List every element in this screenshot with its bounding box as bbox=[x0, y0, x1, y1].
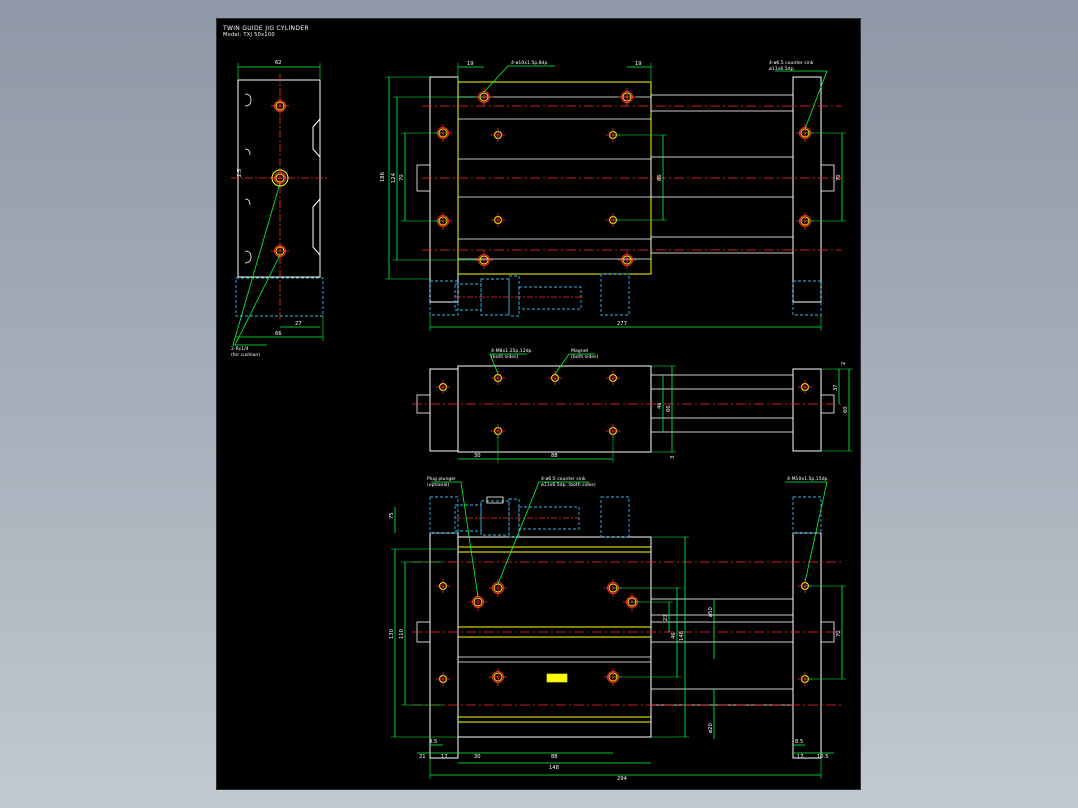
callout-mid-holes-note: (both sides) bbox=[491, 354, 518, 360]
dim-88a: 88 bbox=[551, 453, 558, 459]
dim-86: 86 bbox=[657, 174, 663, 181]
bottom-view: Plug plunger (optional) 4-ø6.5 counter s… bbox=[389, 476, 846, 782]
callout-plug-note: (optional) bbox=[427, 482, 449, 488]
dim-66: 66 bbox=[275, 331, 282, 337]
dim-186: 186 bbox=[380, 172, 386, 182]
dim-8-5b: 8.5 bbox=[795, 739, 803, 745]
dim-3: 3 bbox=[670, 456, 676, 459]
drawing-sheet: TWIN GUIDE JIG CYLINDER Model: TXJ 50x10… bbox=[217, 19, 860, 789]
dim-66b: 66 bbox=[666, 405, 672, 412]
callout-bot-tap: 4-M10x1.5p,15dp. bbox=[787, 476, 829, 482]
dim-110: 110 bbox=[399, 629, 405, 639]
callout-magnet-note: (both sides) bbox=[571, 354, 598, 360]
dim-17b: 17 bbox=[797, 754, 804, 760]
callout-bot-sink-note: ø11x6.5dp. (both sides) bbox=[541, 482, 596, 488]
callout-top-right-2: ø11x6.5dp. bbox=[769, 66, 795, 72]
dim-19a: 19 bbox=[467, 61, 474, 67]
dim-2: 2 bbox=[841, 362, 847, 365]
top-view: 19 19 4-ø10x1.5p,8dp. 4-ø6.5 counter sin… bbox=[380, 60, 846, 331]
dim-46b: 46 bbox=[671, 632, 677, 639]
dim-46: 46 bbox=[657, 402, 663, 409]
callout-top-holes: 4-ø10x1.5p,8dp. bbox=[511, 60, 549, 66]
dim-75: 75 bbox=[389, 512, 395, 519]
callout-magnet: Magnet bbox=[571, 348, 588, 354]
callout-rc14-note: (for cushion) bbox=[231, 352, 260, 358]
dim-88b: 88 bbox=[551, 754, 558, 760]
dim-294: 294 bbox=[617, 776, 628, 782]
dim-70b: 70 bbox=[836, 174, 842, 181]
callout-rc14: 2-Rc1/4 bbox=[231, 346, 249, 352]
dim-30a: 30 bbox=[474, 453, 481, 459]
dim-124: 124 bbox=[391, 172, 397, 183]
dim-70a: 70 bbox=[399, 174, 405, 181]
dim-27: 27 bbox=[295, 321, 302, 327]
dim-62: 62 bbox=[275, 60, 282, 66]
dim-19b: 19 bbox=[635, 61, 642, 67]
cad-drawing: 62 2.5 27 66 2-Rc1/4 (for cushion) 19 19… bbox=[231, 60, 853, 782]
dim-23: 23 bbox=[663, 614, 669, 621]
dim-130: 130 bbox=[389, 629, 395, 639]
callout-bot-sink: 4-ø6.5 counter sink bbox=[541, 476, 586, 482]
dim-30b: 30 bbox=[474, 754, 481, 760]
dim-phi20: ø20 bbox=[708, 723, 714, 733]
dim-10-5: 10.5 bbox=[817, 754, 829, 760]
dim-37: 37 bbox=[833, 384, 839, 391]
dim-17a: 17 bbox=[441, 754, 448, 760]
dim-60: 60 bbox=[843, 406, 849, 413]
dim-70c: 70 bbox=[836, 630, 842, 637]
callout-plug: Plug plunger bbox=[427, 476, 456, 482]
side-view: 62 2.5 27 66 2-Rc1/4 (for cushion) bbox=[231, 60, 329, 358]
dim-21: 21 bbox=[419, 754, 426, 760]
dim-148v: 148 bbox=[679, 631, 685, 641]
dim-2-5: 2.5 bbox=[237, 169, 243, 177]
dim-8-5a: 8.5 bbox=[429, 739, 437, 745]
callout-top-right-1: 4-ø6.5 counter sink bbox=[769, 60, 814, 66]
dim-148: 148 bbox=[549, 765, 559, 771]
callout-mid-holes: 4-M8x1.25p,12dp. bbox=[491, 348, 533, 354]
dim-277: 277 bbox=[617, 321, 627, 327]
middle-view: 4-M8x1.25p,12dp. (both sides) Magnet (bo… bbox=[412, 348, 853, 463]
dim-phi50: ø50 bbox=[708, 607, 714, 617]
